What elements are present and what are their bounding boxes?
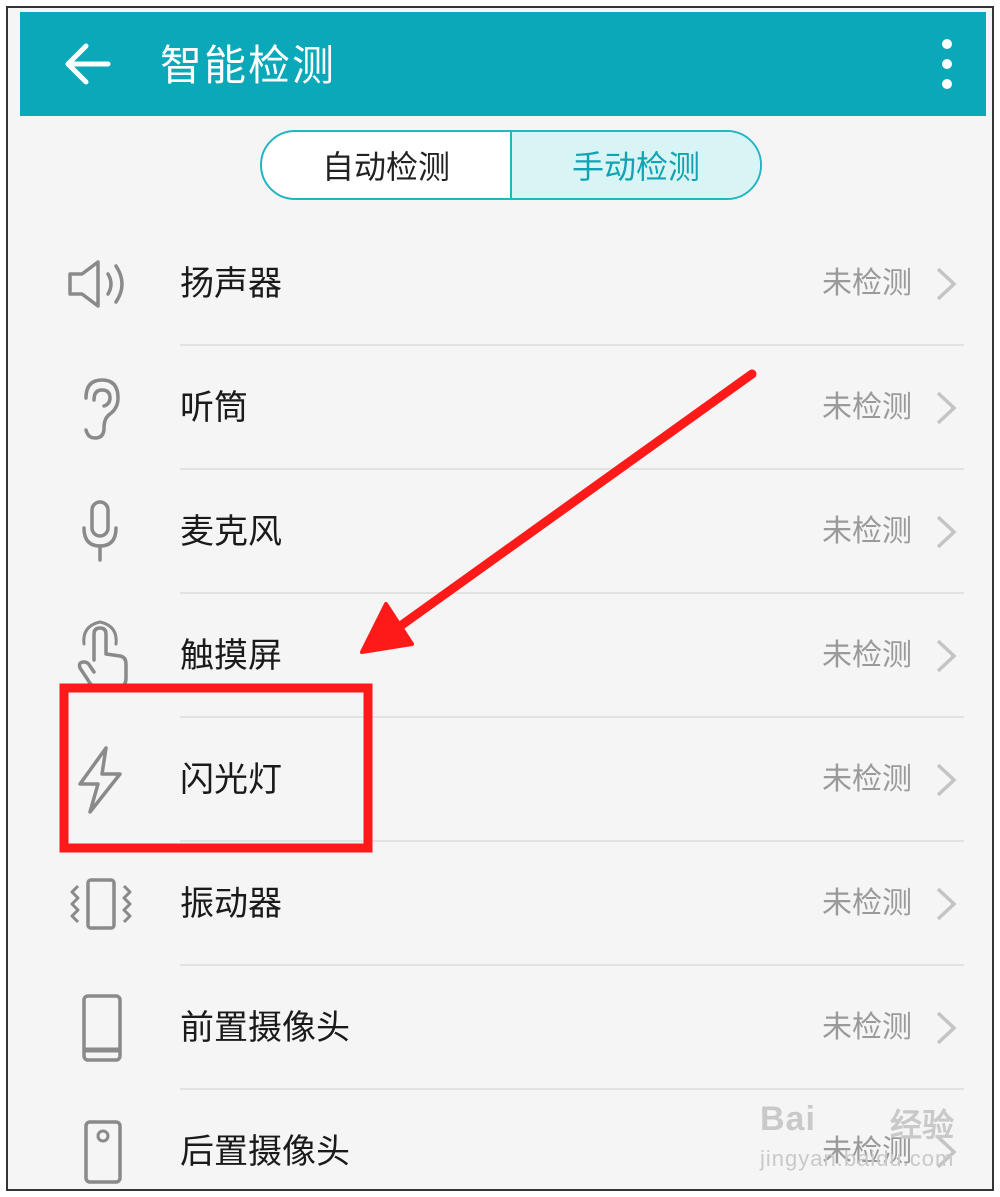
status-text: 未检测	[822, 1134, 912, 1169]
earpiece-icon	[84, 378, 120, 440]
detection-mode-toggle: 自动检测 手动检测	[260, 130, 762, 200]
list-item-front-camera[interactable]: 前置摄像头 未检测	[8, 966, 992, 1090]
back-button[interactable]	[60, 34, 120, 94]
front-camera-icon	[82, 994, 122, 1062]
speaker-icon	[68, 260, 124, 308]
list-item-earpiece[interactable]: 听筒 未检测	[8, 346, 992, 470]
touchscreen-icon	[77, 620, 128, 690]
list-item-microphone[interactable]: 麦克风 未检测	[8, 470, 992, 594]
item-label: 听筒	[180, 388, 248, 428]
vibration-icon	[70, 878, 132, 930]
list-item-flash[interactable]: 闪光灯 未检测	[8, 718, 992, 842]
chevron-right-icon	[936, 887, 957, 921]
microphone-icon	[82, 500, 118, 562]
app-bar: 智能检测	[20, 12, 986, 116]
page-title: 智能检测	[160, 41, 337, 90]
status-text: 未检测	[822, 638, 912, 673]
list-item-vibrator[interactable]: 振动器 未检测	[8, 842, 992, 966]
more-options-button[interactable]	[932, 34, 962, 94]
flash-icon	[78, 746, 122, 814]
item-label: 振动器	[180, 884, 282, 924]
chevron-right-icon	[936, 1135, 957, 1169]
test-item-list: 扬声器 未检测 听筒 未检测 麦克风 未检测 触摸屏 未检测 闪光灯 未检测 振…	[8, 222, 992, 1189]
screenshot-frame: 智能检测 自动检测 手动检测 扬声器 未检测 听筒 未检测 麦克风 未检测 触摸…	[6, 6, 994, 1191]
tab-manual-detect[interactable]: 手动检测	[510, 132, 760, 198]
status-text: 未检测	[822, 390, 912, 425]
rear-camera-icon	[84, 1120, 122, 1184]
status-text: 未检测	[822, 514, 912, 549]
item-label: 后置摄像头	[180, 1132, 350, 1172]
chevron-right-icon	[936, 639, 957, 673]
chevron-right-icon	[936, 515, 957, 549]
chevron-right-icon	[936, 763, 957, 797]
list-item-rear-camera[interactable]: 后置摄像头 未检测	[8, 1090, 992, 1189]
status-text: 未检测	[822, 886, 912, 921]
tab-auto-detect[interactable]: 自动检测	[262, 132, 510, 198]
item-label: 前置摄像头	[180, 1008, 350, 1048]
more-vertical-icon	[942, 39, 952, 89]
chevron-right-icon	[936, 1011, 957, 1045]
chevron-right-icon	[936, 391, 957, 425]
item-label: 扬声器	[180, 264, 282, 304]
chevron-right-icon	[936, 267, 957, 301]
status-text: 未检测	[822, 762, 912, 797]
item-label: 闪光灯	[180, 760, 282, 800]
back-arrow-icon	[65, 43, 111, 85]
status-text: 未检测	[822, 1010, 912, 1045]
item-label: 触摸屏	[180, 636, 282, 676]
list-item-touchscreen[interactable]: 触摸屏 未检测	[8, 594, 992, 718]
item-label: 麦克风	[180, 512, 282, 552]
list-item-speaker[interactable]: 扬声器 未检测	[8, 222, 992, 346]
status-text: 未检测	[822, 266, 912, 301]
